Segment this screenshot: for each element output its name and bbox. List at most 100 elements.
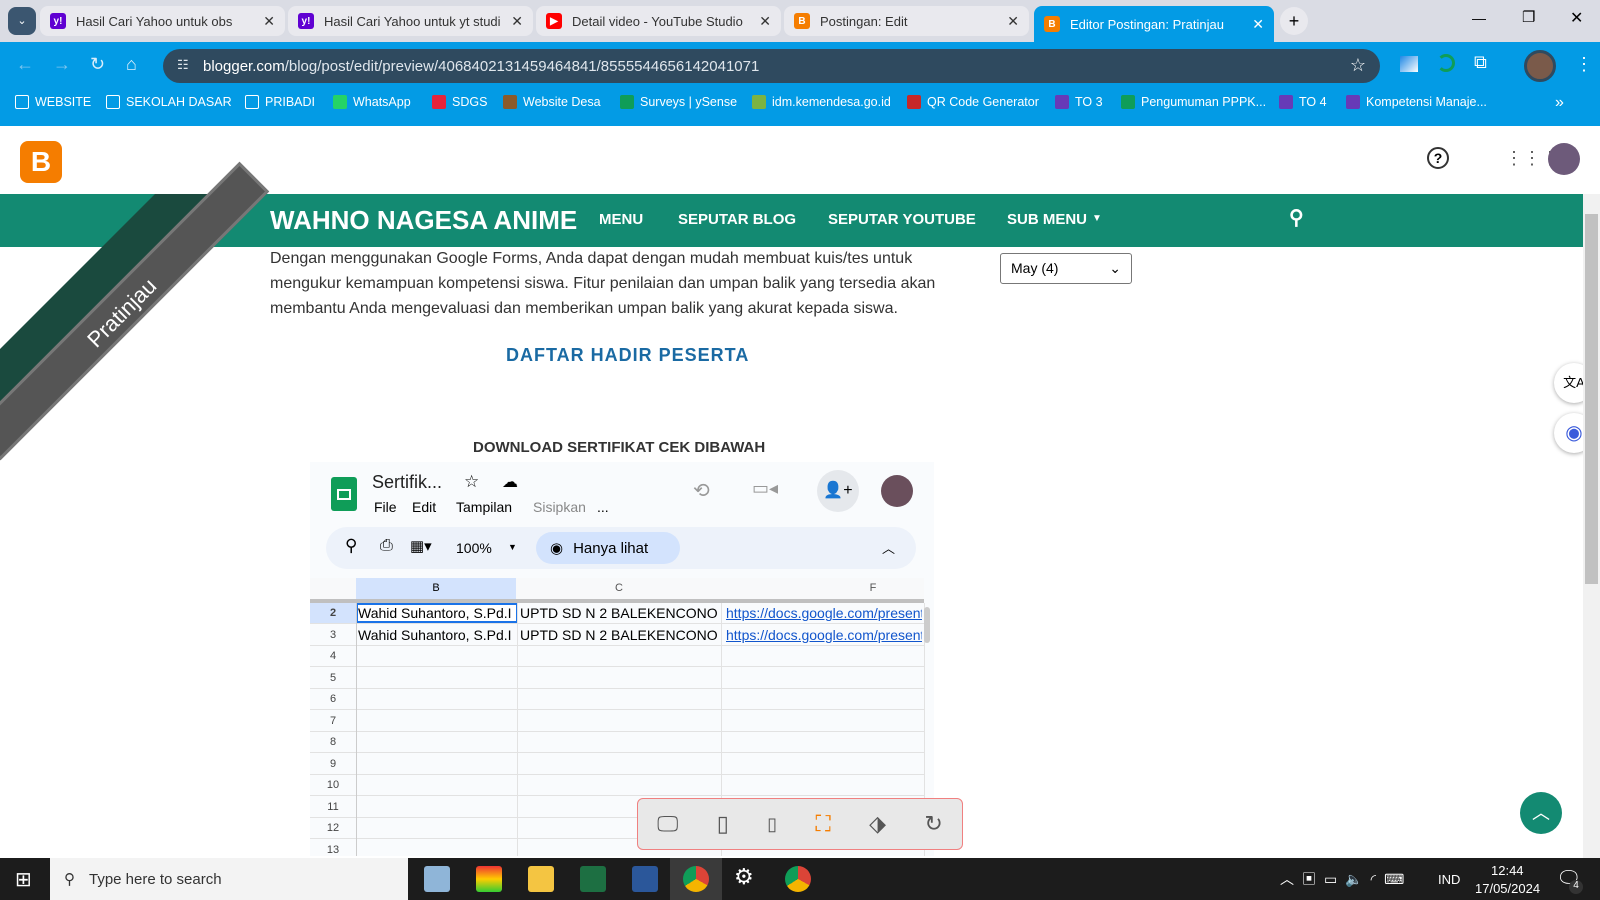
browser-tab[interactable]: ▶ Detail video - YouTube Studio ✕ <box>536 6 781 36</box>
row-number[interactable]: 3 <box>310 625 356 646</box>
zoom-select[interactable]: 100% <box>456 540 492 556</box>
browser-menu-icon[interactable]: ⋮ <box>1575 54 1593 75</box>
file-explorer-icon[interactable] <box>528 866 554 892</box>
clock-time[interactable]: 12:44 <box>1491 863 1524 878</box>
more-bookmarks-icon[interactable]: » <box>1555 94 1564 112</box>
forward-icon[interactable]: → <box>53 54 71 75</box>
bookmark-item[interactable]: Surveys | ySense <box>620 95 737 109</box>
zoom-caret-icon[interactable]: ▼ <box>508 542 517 552</box>
close-window-button[interactable]: ✕ <box>1570 8 1583 28</box>
scroll-to-top-button[interactable]: ︿ <box>1520 792 1562 834</box>
page-scrollbar[interactable] <box>1583 194 1600 858</box>
cell-school[interactable]: UPTD SD N 2 BALEKENCONO <box>520 627 720 643</box>
bluestacks-app-icon[interactable] <box>476 866 502 892</box>
row-number[interactable]: 2 <box>310 603 356 624</box>
cell-name[interactable]: Wahid Suhantoro, S.Pd.I <box>356 603 518 623</box>
bookmark-item[interactable]: TO 3 <box>1055 95 1103 109</box>
reload-icon[interactable]: ↻ <box>90 54 105 75</box>
cell-link[interactable]: https://docs.google.com/present <box>726 627 922 643</box>
cell-link[interactable]: https://docs.google.com/present <box>726 605 922 621</box>
nav-seputar-youtube[interactable]: SEPUTAR YOUTUBE <box>828 211 976 228</box>
tray-icons[interactable]: ︿▣▭🔈◜⌨ <box>1280 869 1412 889</box>
notepad-app-icon[interactable] <box>424 866 450 892</box>
menu-sisipkan[interactable]: Sisipkan <box>533 499 586 515</box>
close-tab-icon[interactable]: ✕ <box>1252 16 1264 33</box>
maximize-button[interactable]: ❐ <box>1522 8 1535 26</box>
menu-tampilan[interactable]: Tampilan <box>456 499 512 515</box>
search-icon[interactable]: ⚲ <box>1289 205 1304 230</box>
excel-app-icon[interactable] <box>580 866 606 892</box>
bookmark-star-icon[interactable]: ☆ <box>1350 55 1366 76</box>
browser-tab[interactable]: y! Hasil Cari Yahoo untuk obs ✕ <box>40 6 285 36</box>
column-header-c[interactable]: C <box>517 578 721 599</box>
cell-name[interactable]: Wahid Suhantoro, S.Pd.I <box>358 627 516 643</box>
profile-avatar[interactable] <box>1524 50 1556 82</box>
browser-tab[interactable]: B Postingan: Edit ✕ <box>784 6 1029 36</box>
browser-tab[interactable]: y! Hasil Cari Yahoo untuk yt studio ✕ <box>288 6 533 36</box>
fullscreen-icon[interactable]: ⛶ <box>815 811 830 837</box>
close-tab-icon[interactable]: ✕ <box>263 13 275 30</box>
home-icon[interactable]: ⌂ <box>126 54 137 75</box>
search-icon[interactable]: ⚲ <box>345 536 357 556</box>
collapse-toolbar-icon[interactable]: ︿ <box>882 538 895 557</box>
extensions-icon[interactable]: ⧉ <box>1474 52 1487 73</box>
bookmark-item[interactable]: QR Code Generator <box>907 95 1039 109</box>
nav-sub-menu[interactable]: SUB MENU <box>1007 211 1087 228</box>
account-avatar[interactable] <box>1548 143 1580 175</box>
rotate-icon[interactable]: ⬗ <box>869 811 886 837</box>
row-number[interactable]: 9 <box>310 754 356 775</box>
bookmark-item[interactable]: PRIBADI <box>245 95 315 109</box>
word-app-icon[interactable] <box>632 866 658 892</box>
refresh-icon[interactable]: ↻ <box>924 811 942 837</box>
column-header-b[interactable]: B <box>356 578 516 599</box>
bookmark-item[interactable]: idm.kemendesa.go.id <box>752 95 891 109</box>
address-bar[interactable]: ☷ blogger.com/blog/post/edit/preview/406… <box>163 49 1380 83</box>
print-icon[interactable]: ⎙ <box>380 537 393 555</box>
blogger-logo[interactable]: B <box>20 141 62 183</box>
desktop-icon[interactable]: 🖵 <box>657 811 678 837</box>
taskbar-search[interactable]: ⚲ Type here to search <box>50 858 408 900</box>
archive-select[interactable]: May (4) ⌄ <box>1000 253 1132 284</box>
close-tab-icon[interactable]: ✕ <box>1007 13 1019 30</box>
menu-more[interactable]: ... <box>597 499 609 515</box>
minimize-button[interactable]: — <box>1472 10 1486 26</box>
tab-search-button[interactable]: ⌄ <box>8 7 36 35</box>
settings-app-icon[interactable]: ⚙ <box>734 864 754 890</box>
column-header-f[interactable]: F <box>722 578 924 599</box>
extension-chart-icon[interactable] <box>1400 56 1418 72</box>
sheet-title[interactable]: Sertifik... <box>372 472 442 493</box>
tablet-icon[interactable]: ▯ <box>717 811 729 837</box>
bookmark-item[interactable]: SDGS <box>432 95 487 109</box>
star-icon[interactable]: ☆ <box>464 472 479 492</box>
chrome-app-icon[interactable] <box>683 866 709 892</box>
windows-start-icon[interactable]: ⊞ <box>15 867 32 892</box>
row-number[interactable]: 4 <box>310 646 356 667</box>
bookmark-item[interactable]: WhatsApp <box>333 95 411 109</box>
embedded-spreadsheet[interactable]: Sertifik... ☆ ☁ File Edit Tampilan Sisip… <box>310 462 934 856</box>
bookmark-item[interactable]: SEKOLAH DASAR <box>106 95 232 109</box>
cell-school[interactable]: UPTD SD N 2 BALEKENCONO <box>520 605 720 621</box>
site-info-icon[interactable]: ☷ <box>177 57 189 73</box>
nav-menu[interactable]: MENU <box>599 211 643 228</box>
row-number[interactable]: 12 <box>310 818 356 839</box>
mobile-icon[interactable]: ▯ <box>767 814 777 835</box>
ysense-extension-icon[interactable] <box>1437 54 1455 72</box>
row-number[interactable]: 11 <box>310 797 356 818</box>
new-tab-button[interactable]: + <box>1280 7 1308 35</box>
menu-file[interactable]: File <box>374 499 397 515</box>
meet-icon[interactable]: ▭◂ <box>752 478 778 499</box>
row-number[interactable]: 8 <box>310 732 356 753</box>
help-icon[interactable]: ? <box>1427 147 1449 169</box>
row-number[interactable]: 6 <box>310 689 356 710</box>
sheet-scrollbar[interactable] <box>924 607 930 643</box>
input-language[interactable]: IND <box>1438 872 1460 887</box>
row-number[interactable]: 5 <box>310 668 356 689</box>
menu-edit[interactable]: Edit <box>412 499 436 515</box>
bookmark-item[interactable]: Pengumuman PPPK... <box>1121 95 1266 109</box>
row-number[interactable]: 7 <box>310 711 356 732</box>
row-number[interactable]: 10 <box>310 775 356 796</box>
close-tab-icon[interactable]: ✕ <box>511 13 523 30</box>
back-icon[interactable]: ← <box>16 54 34 75</box>
view-only-badge[interactable]: ◉ Hanya lihat <box>536 532 680 564</box>
site-title[interactable]: WAHNO NAGESA ANIME <box>270 205 577 236</box>
